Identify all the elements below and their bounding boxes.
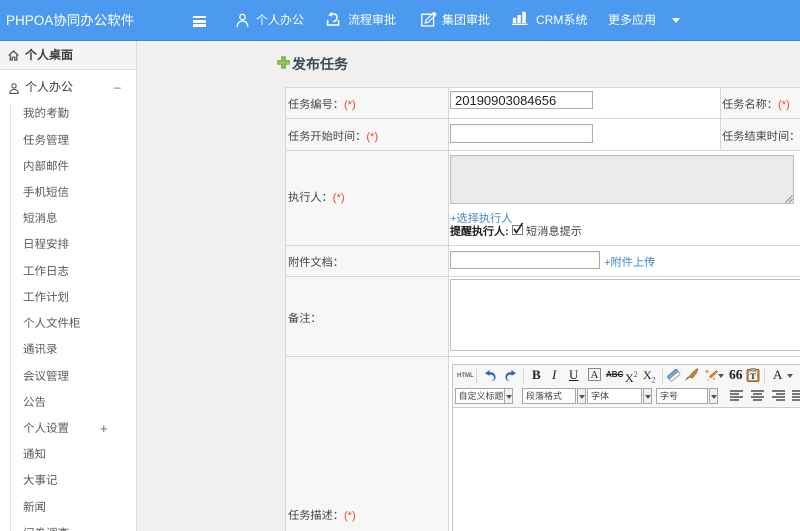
svg-text:T: T (750, 371, 756, 381)
